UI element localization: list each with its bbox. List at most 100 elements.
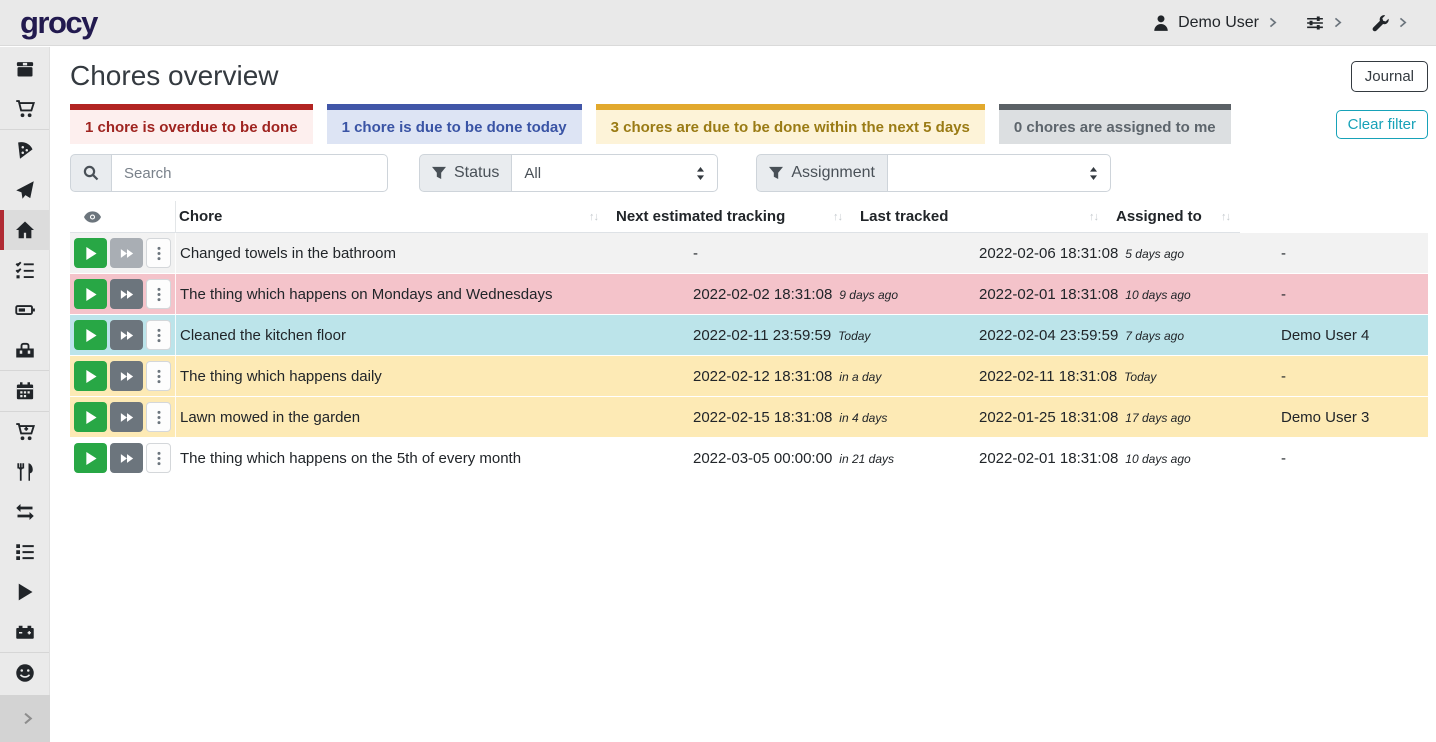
wrench-icon <box>1371 14 1389 32</box>
sidebar-item-chores-overview[interactable] <box>0 210 49 250</box>
search-icon <box>83 165 99 181</box>
summary-card: 1 chore is due to be done today <box>327 104 582 144</box>
sidebar-item-transfer[interactable] <box>0 492 49 532</box>
assignment-filter-label: Assignment <box>756 154 888 192</box>
assigned-to-cell: - <box>1273 450 1428 467</box>
status-select[interactable]: All <box>512 154 718 192</box>
track-chore-execution-button[interactable] <box>74 361 107 391</box>
sidebar-item-tasks[interactable] <box>0 250 49 290</box>
row-menu-button[interactable] <box>146 443 171 473</box>
sidebar-item-chore-tracking[interactable] <box>0 572 49 612</box>
sidebar-item-batteries-overview[interactable] <box>0 290 49 330</box>
shopping-cart-icon <box>15 99 35 119</box>
last-tracked-cell: 2022-02-11 18:31:08Today <box>971 368 1273 385</box>
next-tracking-cell: 2022-02-15 18:31:08in 4 days <box>685 409 971 426</box>
sort-icon: ↑↓ <box>1089 211 1108 223</box>
skip-chore-button[interactable] <box>110 279 143 309</box>
track-chore-execution-button[interactable] <box>74 279 107 309</box>
play-icon <box>85 247 97 260</box>
play-icon <box>85 288 97 301</box>
sidebar-item-battery-tracking[interactable] <box>0 612 49 652</box>
toolbox-icon <box>15 340 35 360</box>
summary-cards-row: 1 chore is overdue to be done 1 chore is … <box>70 104 1428 144</box>
row-menu-button[interactable] <box>146 279 171 309</box>
chore-row: Cleaned the kitchen floor 2022-02-11 23:… <box>70 315 1428 356</box>
play-icon <box>15 582 35 602</box>
row-actions <box>70 315 176 355</box>
sidebar-item-inventory[interactable] <box>0 532 49 572</box>
row-actions <box>70 274 176 314</box>
row-actions <box>70 356 176 396</box>
summary-card: 1 chore is overdue to be done <box>70 104 313 144</box>
chore-row: The thing which happens on Mondays and W… <box>70 274 1428 315</box>
last-tracked-cell: 2022-02-01 18:31:0810 days ago <box>971 450 1273 467</box>
track-chore-execution-button[interactable] <box>74 443 107 473</box>
skip-chore-button[interactable] <box>110 443 143 473</box>
skip-chore-button[interactable] <box>110 402 143 432</box>
row-actions <box>70 233 176 273</box>
sidebar-item-meal-plan[interactable] <box>0 170 49 210</box>
sidebar-item-calendar[interactable] <box>0 371 49 411</box>
sort-icon: ↑↓ <box>589 211 608 223</box>
chore-row: The thing which happens on the 5th of ev… <box>70 438 1428 479</box>
column-visibility-header[interactable] <box>70 201 176 233</box>
chore-name: Changed towels in the bathroom <box>176 245 685 262</box>
person-icon <box>1152 14 1170 32</box>
sidebar-item-purchase[interactable] <box>0 412 49 452</box>
settings-menu-button[interactable] <box>1306 14 1343 32</box>
play-icon <box>85 452 97 465</box>
row-menu-button[interactable] <box>146 238 171 268</box>
chore-name: The thing which happens on Mondays and W… <box>176 286 685 303</box>
track-chore-execution-button[interactable] <box>74 238 107 268</box>
header-last-tracked[interactable]: Last tracked ↑↓ <box>852 201 1108 233</box>
assignment-select[interactable] <box>888 154 1111 192</box>
sidebar-collapse-button[interactable] <box>0 695 54 742</box>
vertical-ellipsis-icon <box>157 246 161 261</box>
fast-forward-icon <box>120 453 134 464</box>
row-menu-button[interactable] <box>146 402 171 432</box>
row-menu-button[interactable] <box>146 320 171 350</box>
sidebar-item-shopping-list[interactable] <box>0 89 49 129</box>
grocy-logo[interactable]: grocy <box>20 7 97 38</box>
next-tracking-cell: 2022-02-02 18:31:089 days ago <box>685 286 971 303</box>
status-filter-group: Status All <box>419 154 718 192</box>
sidebar-item-recipes[interactable] <box>0 130 49 170</box>
chore-row: The thing which happens daily 2022-02-12… <box>70 356 1428 397</box>
skip-chore-button[interactable] <box>110 361 143 391</box>
sidebar-item-stock-overview[interactable] <box>0 49 49 89</box>
last-tracked-cell: 2022-02-06 18:31:085 days ago <box>971 245 1273 262</box>
select-arrows-icon <box>1089 167 1098 180</box>
chevron-right-icon <box>1397 17 1408 28</box>
clear-filter-button[interactable]: Clear filter <box>1336 110 1428 139</box>
row-menu-button[interactable] <box>146 361 171 391</box>
sidebar-item-user-menu[interactable] <box>0 653 49 693</box>
smiley-icon <box>15 663 35 683</box>
sidebar <box>0 47 50 742</box>
sidebar-item-equipment[interactable] <box>0 330 49 370</box>
track-chore-execution-button[interactable] <box>74 402 107 432</box>
header-assigned-to[interactable]: Assigned to ↑↓ <box>1108 201 1240 233</box>
fast-forward-icon <box>120 248 134 259</box>
exchange-icon <box>15 502 35 522</box>
user-menu-button[interactable]: Demo User <box>1152 14 1278 32</box>
chore-row: Changed towels in the bathroom - 2022-02… <box>70 233 1428 274</box>
search-input[interactable] <box>112 154 388 192</box>
play-icon <box>85 411 97 424</box>
row-actions <box>70 438 176 478</box>
header-next-estimated-tracking[interactable]: Next estimated tracking ↑↓ <box>608 201 852 233</box>
journal-button[interactable]: Journal <box>1351 61 1428 92</box>
main-content: Chores overview Journal 1 chore is overd… <box>50 47 1436 742</box>
skip-chore-button[interactable] <box>110 238 143 268</box>
admin-menu-button[interactable] <box>1371 14 1408 32</box>
status-filter-label: Status <box>419 154 512 192</box>
page-title: Chores overview <box>70 60 279 92</box>
chevron-right-icon <box>21 712 34 725</box>
sidebar-item-consume[interactable] <box>0 452 49 492</box>
skip-chore-button[interactable] <box>110 320 143 350</box>
fast-forward-icon <box>120 289 134 300</box>
assigned-to-cell: - <box>1273 245 1428 262</box>
track-chore-execution-button[interactable] <box>74 320 107 350</box>
assigned-to-cell: - <box>1273 368 1428 385</box>
header-chore[interactable]: Chore ↑↓ <box>176 201 608 233</box>
play-icon <box>85 329 97 342</box>
